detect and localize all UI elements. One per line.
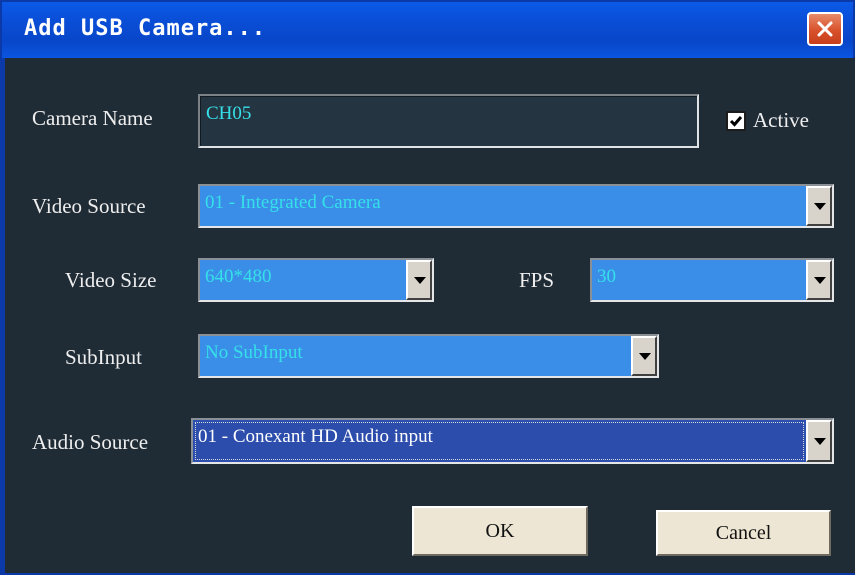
audio-source-value: 01 - Conexant HD Audio input xyxy=(198,426,433,447)
audio-source-label: Audio Source xyxy=(32,430,149,454)
subinput-select[interactable]: No SubInput xyxy=(198,334,659,378)
dialog-title: Add USB Camera... xyxy=(24,16,267,41)
chevron-down-icon xyxy=(639,353,651,360)
check-icon xyxy=(729,116,743,127)
add-usb-camera-dialog: Add USB Camera... Camera Name CH05 Activ… xyxy=(0,0,855,575)
video-size-dropdown-button[interactable] xyxy=(406,260,432,300)
fps-select[interactable]: 30 xyxy=(590,258,834,302)
fps-label: FPS xyxy=(519,268,555,292)
video-size-value: 640*480 xyxy=(205,266,272,287)
ok-button[interactable]: OK xyxy=(412,506,588,556)
chevron-down-icon xyxy=(814,277,826,284)
fps-value: 30 xyxy=(597,266,616,287)
close-button[interactable] xyxy=(807,12,843,46)
cancel-button[interactable]: Cancel xyxy=(656,510,831,556)
chevron-down-icon xyxy=(414,277,426,284)
video-size-select[interactable]: 640*480 xyxy=(198,258,434,302)
video-source-dropdown-button[interactable] xyxy=(806,186,832,226)
title-bar[interactable]: Add USB Camera... xyxy=(2,2,853,58)
video-source-value: 01 - Integrated Camera xyxy=(205,192,381,213)
video-size-label: Video Size xyxy=(65,268,157,292)
camera-name-value: CH05 xyxy=(206,103,252,124)
subinput-label: SubInput xyxy=(65,345,143,369)
fps-dropdown-button[interactable] xyxy=(806,260,832,300)
video-source-select[interactable]: 01 - Integrated Camera xyxy=(198,184,834,228)
audio-source-select[interactable]: 01 - Conexant HD Audio input xyxy=(191,418,834,464)
camera-name-label: Camera Name xyxy=(32,106,153,130)
active-label: Active xyxy=(753,108,809,132)
close-icon xyxy=(817,21,833,37)
dialog-body: Camera Name CH05 Active Video Source 01 … xyxy=(2,58,855,573)
camera-name-field[interactable]: CH05 xyxy=(198,94,699,148)
subinput-value: No SubInput xyxy=(205,342,303,363)
subinput-dropdown-button[interactable] xyxy=(631,336,657,376)
chevron-down-icon xyxy=(814,203,826,210)
active-checkbox[interactable] xyxy=(726,111,746,131)
chevron-down-icon xyxy=(814,438,826,445)
audio-source-dropdown-button[interactable] xyxy=(806,420,832,462)
video-source-label: Video Source xyxy=(32,194,146,218)
